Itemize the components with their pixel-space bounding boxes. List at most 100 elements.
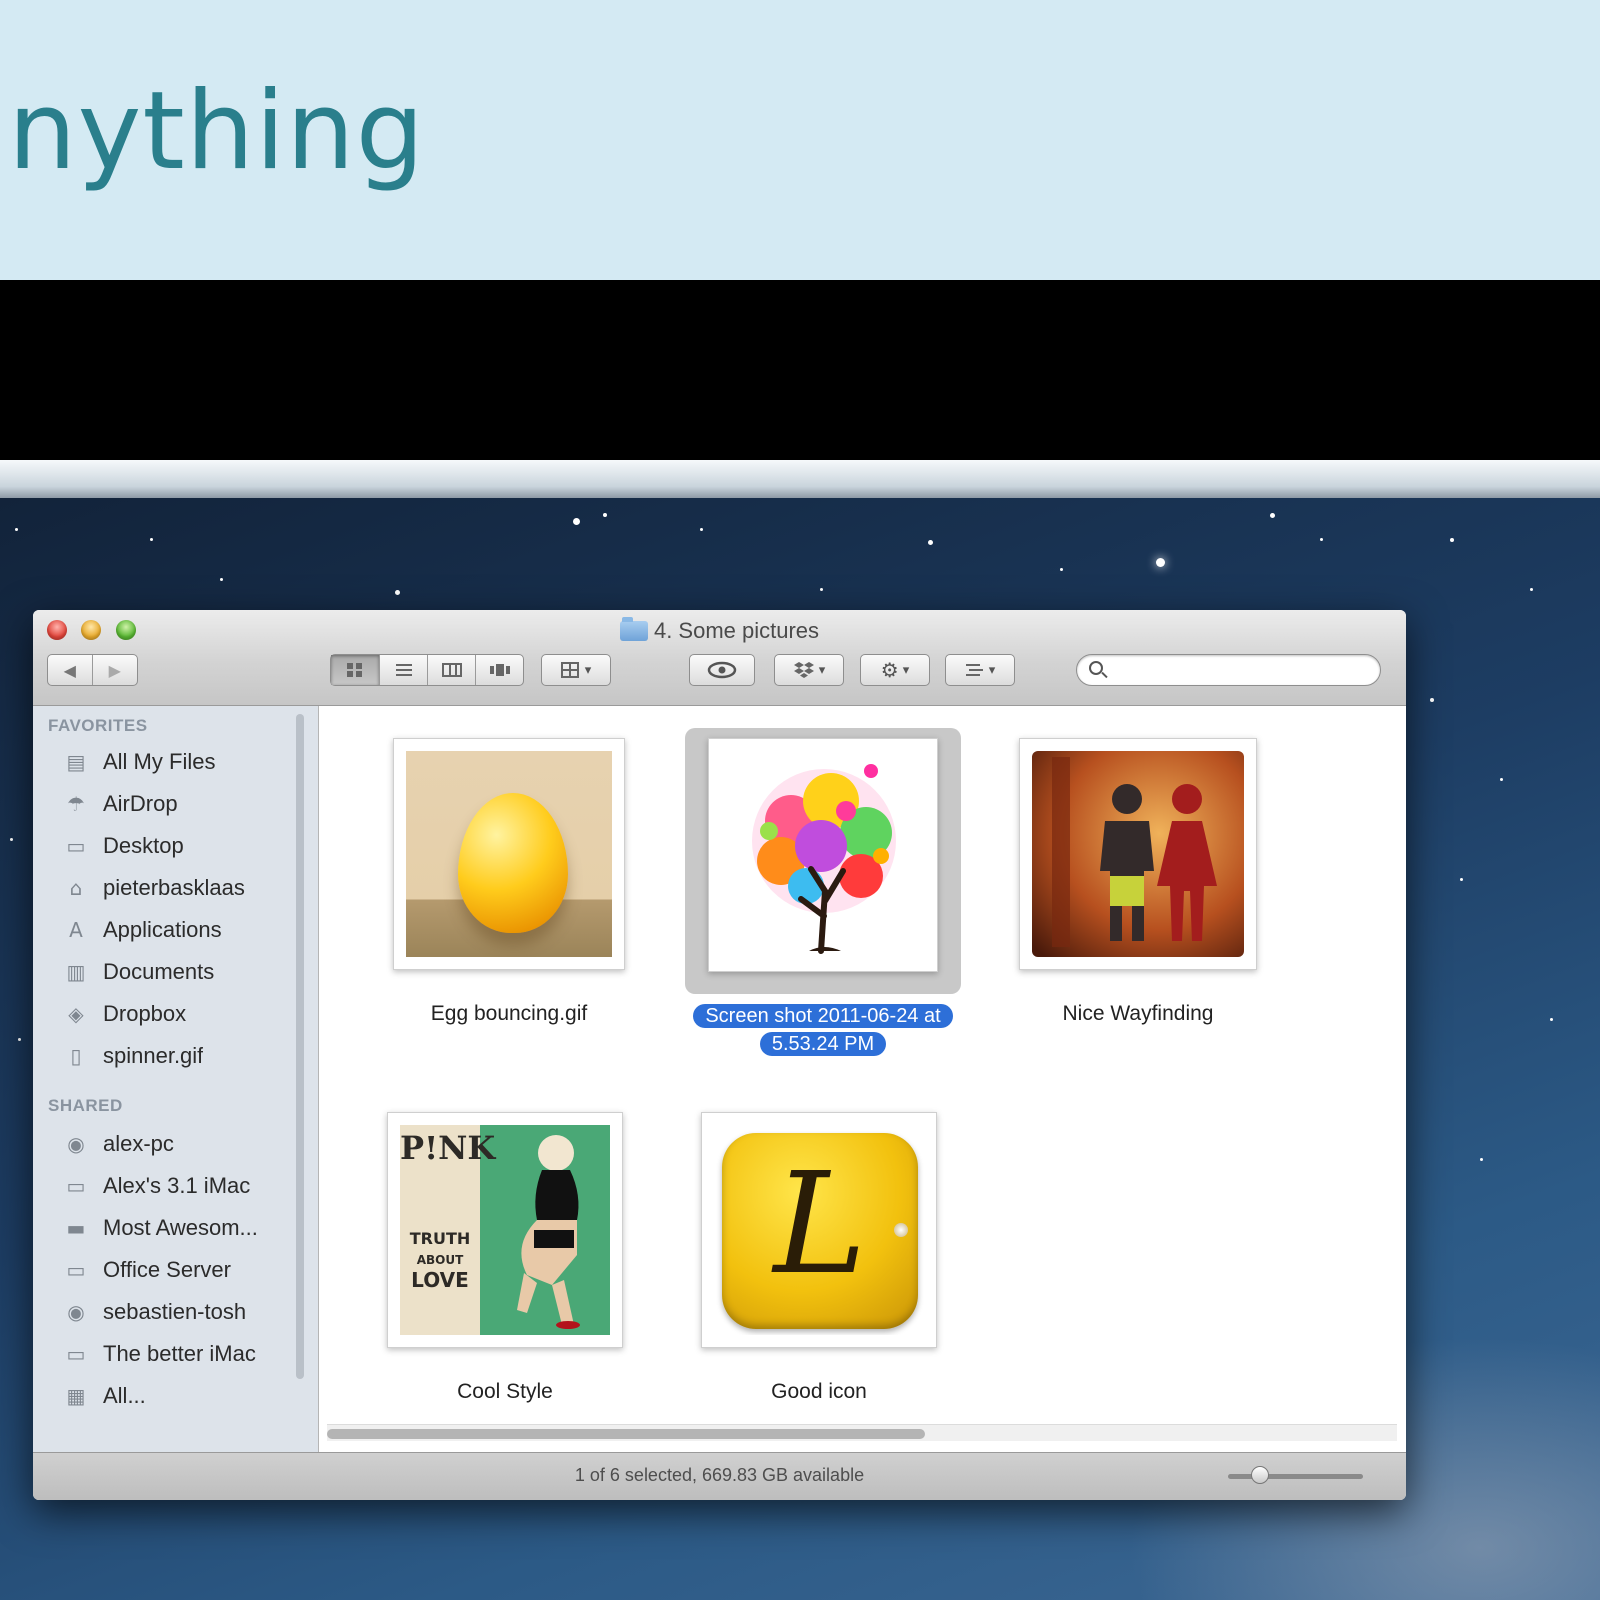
sidebar-item-applications[interactable]: A Applications (61, 912, 311, 948)
star (820, 588, 823, 591)
sort-button[interactable]: ▾ (945, 654, 1015, 686)
documents-icon: ▥ (66, 960, 86, 984)
star (1270, 513, 1275, 518)
list-view-icon (395, 664, 412, 676)
forward-arrow-icon: ▶ (108, 660, 121, 680)
title-bar[interactable]: 4. Some pictures ◀ ▶ ▾ ▾ ⚙ ▾ ▾ (33, 610, 1406, 706)
icon-view-button[interactable] (331, 655, 380, 685)
sidebar-item-label: Applications (103, 917, 222, 942)
file-name: Good icon (771, 1380, 867, 1403)
sidebar-item-alex-pc[interactable]: ◉ alex-pc (61, 1126, 311, 1162)
sidebar-item-airdrop[interactable]: ☂ AirDrop (61, 786, 311, 822)
album-artist-text: P!NK (400, 1129, 496, 1167)
view-mode-control (330, 654, 524, 686)
folder-icon (619, 617, 648, 641)
icon-size-slider-knob[interactable] (1251, 1466, 1269, 1484)
sidebar-item-sebastien-tosh[interactable]: ◉ sebastien-tosh (61, 1294, 311, 1330)
sidebar-item-desktop[interactable]: ▭ Desktop (61, 828, 311, 864)
slide-banner: nything (0, 0, 1600, 280)
sidebar-item-all-my-files[interactable]: ▤ All My Files (61, 744, 311, 780)
file-name: Egg bouncing.gif (430, 1002, 588, 1025)
file-item[interactable]: Nice Wayfinding (988, 738, 1288, 1028)
album-title-line2: ABOUT (416, 1253, 464, 1267)
file-thumbnail[interactable] (393, 738, 625, 970)
dropbox-button[interactable]: ▾ (774, 654, 844, 686)
star (928, 540, 933, 545)
sidebar-item-label: Alex's 3.1 iMac (103, 1173, 251, 1198)
file-thumbnail[interactable] (1019, 738, 1257, 970)
search-icon (1089, 661, 1103, 675)
star (220, 578, 223, 581)
star (603, 513, 607, 517)
list-view-button[interactable] (380, 655, 428, 685)
tree-illustration (752, 764, 896, 954)
sidebar-item-dropbox[interactable]: ◈ Dropbox (61, 996, 311, 1032)
action-button[interactable]: ⚙ ▾ (860, 654, 930, 686)
back-forward-control: ◀ ▶ (47, 654, 138, 686)
file-name: Nice Wayfinding (1062, 1002, 1214, 1025)
file-thumbnail[interactable] (708, 738, 938, 972)
gear-icon: ⚙ (880, 658, 899, 682)
sidebar-item-home[interactable]: ⌂ pieterbasklaas (61, 870, 311, 906)
applications-icon: A (69, 918, 83, 942)
sidebar-item-office-server[interactable]: ▭ Office Server (61, 1252, 311, 1288)
file-item[interactable]: L Good icon (669, 1112, 969, 1406)
search-field[interactable] (1076, 654, 1381, 686)
column-view-icon (441, 663, 462, 677)
sidebar-item-better-imac[interactable]: ▭ The better iMac (61, 1336, 311, 1372)
sidebar-item-label: Documents (103, 959, 215, 984)
sidebar-item-label: alex-pc (103, 1131, 174, 1156)
egg-image (406, 751, 612, 957)
album-title-line3: LOVE (411, 1268, 469, 1292)
sidebar-scrollbar[interactable] (296, 714, 304, 1379)
banner-title: nything (8, 69, 426, 194)
sidebar-item-documents[interactable]: ▥ Documents (61, 954, 311, 990)
coverflow-view-button[interactable] (476, 655, 523, 685)
arrange-button[interactable]: ▾ (541, 654, 611, 686)
eye-icon (707, 661, 737, 679)
scrollbar-thumb[interactable] (327, 1429, 925, 1439)
pc-icon: ◉ (67, 1300, 85, 1324)
sidebar-item-label: Most Awesom... (103, 1215, 258, 1240)
album-title-line1: TRUTH (409, 1229, 471, 1248)
monitor-edge (0, 460, 1600, 498)
all-files-icon: ▤ (66, 750, 86, 774)
chevron-down-icon: ▾ (584, 662, 592, 678)
back-button[interactable]: ◀ (48, 655, 93, 685)
file-name: Cool Style (457, 1380, 553, 1403)
icon-size-slider[interactable] (1228, 1474, 1363, 1479)
star (1156, 558, 1165, 567)
clasp-icon (894, 1223, 908, 1237)
chevron-down-icon: ▾ (988, 662, 996, 678)
star (1450, 538, 1454, 542)
server-icon: ▭ (66, 1258, 86, 1282)
monitor-bezel (0, 280, 1600, 460)
sidebar-item-label: The better iMac (103, 1341, 256, 1366)
file-thumbnail[interactable]: P!NK TRUTH ABOUT LOVE (387, 1112, 623, 1348)
column-view-button[interactable] (428, 655, 476, 685)
file-item[interactable]: Egg bouncing.gif (359, 738, 659, 1028)
horizontal-scrollbar[interactable] (327, 1424, 1397, 1441)
favorites-header: FAVORITES (48, 716, 148, 735)
sidebar-item-all-shared[interactable]: ▦ All... (61, 1378, 311, 1414)
shared-header: SHARED (48, 1096, 123, 1115)
sidebar-item-alex-imac[interactable]: ▭ Alex's 3.1 iMac (61, 1168, 311, 1204)
star (1480, 1158, 1483, 1161)
search-input[interactable] (1111, 657, 1370, 685)
file-thumbnail[interactable]: L (701, 1112, 937, 1348)
file-item[interactable]: P!NK TRUTH ABOUT LOVE Cool Style (355, 1112, 655, 1406)
sidebar-item-most-awesome[interactable]: ▬ Most Awesom... (61, 1210, 311, 1246)
forward-button[interactable]: ▶ (93, 655, 138, 685)
star (10, 838, 13, 841)
desktop-icon: ▭ (66, 834, 86, 858)
sidebar-item-spinner[interactable]: ▯ spinner.gif (61, 1038, 311, 1074)
file-name-selected[interactable]: Screen shot 2011-06-24 at 5.53.24 PM (673, 1002, 973, 1058)
sidebar-item-label: spinner.gif (103, 1043, 204, 1068)
window-title-text: 4. Some pictures (653, 618, 820, 643)
singer-figure (517, 1135, 580, 1329)
star (1320, 538, 1323, 541)
file-item-selected[interactable]: Screen shot 2011-06-24 at 5.53.24 PM (673, 738, 973, 1058)
back-arrow-icon: ◀ (63, 660, 76, 680)
star (150, 538, 153, 541)
quick-look-button[interactable] (689, 654, 755, 686)
